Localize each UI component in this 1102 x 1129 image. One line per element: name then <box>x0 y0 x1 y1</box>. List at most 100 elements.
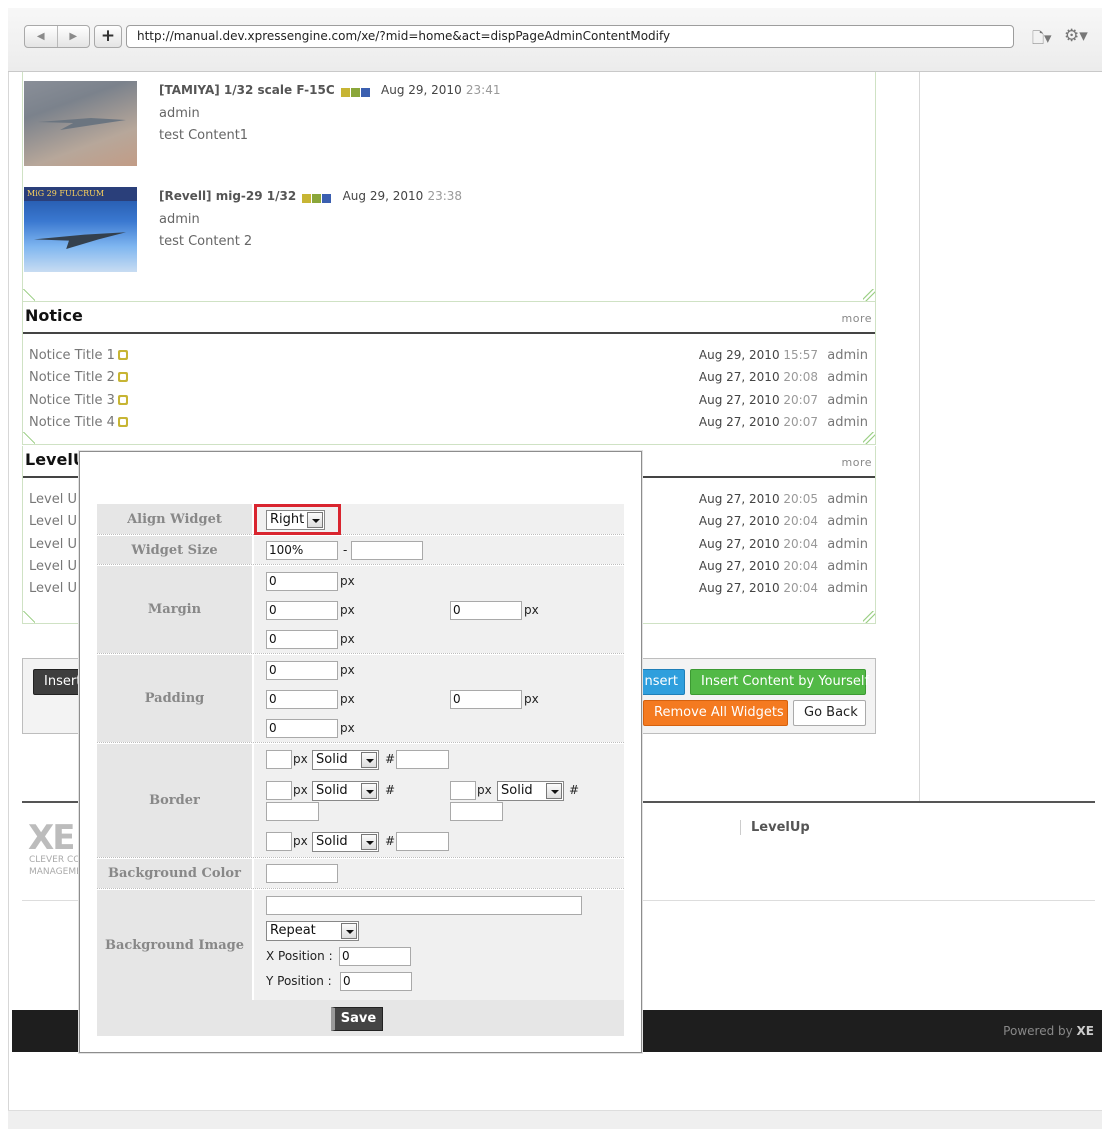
widget-width-input[interactable]: 100% <box>266 541 338 560</box>
gallery-item-title[interactable]: [TAMIYA] 1/32 scale F-15C Aug 29, 2010 2… <box>159 83 500 97</box>
margin-left-input[interactable]: 0 <box>266 601 338 620</box>
padding-top-input[interactable]: 0 <box>266 661 338 680</box>
resize-corner-icon <box>23 432 35 444</box>
save-button[interactable]: Save <box>331 1007 383 1031</box>
resize-corner-icon <box>23 611 35 623</box>
margin-row: Margin 0 px 0 px 0 px 0 px <box>97 566 624 654</box>
border-top-style-select[interactable]: Solid <box>312 750 379 770</box>
notice-widget: Notice more Notice Title 1 Aug 29, 2010 … <box>22 302 876 445</box>
update-badge-icon <box>117 417 128 427</box>
resize-handle-icon[interactable] <box>863 432 875 444</box>
browser-status-bar <box>8 1110 1102 1129</box>
padding-left-input[interactable]: 0 <box>266 690 338 709</box>
list-item[interactable]: Notice Title 3 Aug 27, 2010 20:07 admin <box>29 393 868 413</box>
bg-color-row: Background Color <box>97 859 624 889</box>
padding-right-input[interactable]: 0 <box>450 690 522 709</box>
widget-size-row: Widget Size 100% - <box>97 536 624 565</box>
gear-icon[interactable]: ⚙▾ <box>1064 26 1088 46</box>
levelup-more-link[interactable]: more <box>842 456 873 469</box>
gallery-item: MiG 29 FULCRUM [Revell] mig-29 1/32 Aug … <box>24 187 784 277</box>
bg-image-row: Background Image Repeat X Position : 0 Y… <box>97 890 624 1000</box>
bg-image-label: Background Image <box>97 890 253 1000</box>
gallery-item-author: admin <box>159 106 200 121</box>
gallery-widget: [TAMIYA] 1/32 scale F-15C Aug 29, 2010 2… <box>22 72 876 302</box>
back-arrow-icon[interactable]: ◀ <box>25 26 58 47</box>
margin-label: Margin <box>97 566 253 653</box>
page-menu-icon[interactable]: 🗋▾ <box>1032 28 1052 53</box>
align-widget-row: Align Widget Right <box>97 504 624 535</box>
chevron-down-icon <box>341 923 357 939</box>
list-item[interactable]: Notice Title 4 Aug 27, 2010 20:07 admin <box>29 415 868 435</box>
gallery-item-content: test Content 2 <box>159 234 253 249</box>
save-row: Save <box>97 1000 624 1036</box>
margin-right-input[interactable]: 0 <box>450 601 522 620</box>
list-item[interactable]: Notice Title 2 Aug 27, 2010 20:08 admin <box>29 370 868 390</box>
xe-logo[interactable]: XE <box>28 818 75 858</box>
footer-levelup-link[interactable]: LevelUp <box>740 820 810 835</box>
border-right-color-input[interactable] <box>450 802 503 821</box>
go-back-button[interactable]: Go Back <box>793 700 866 726</box>
y-position-label: Y Position : <box>266 974 332 988</box>
padding-label: Padding <box>97 655 253 742</box>
bg-image-url-input[interactable] <box>266 896 582 915</box>
x-position-input[interactable]: 0 <box>339 947 411 966</box>
border-top-width-input[interactable] <box>266 750 292 769</box>
address-bar[interactable]: http://manual.dev.xpressengine.com/xe/?m… <box>126 25 1014 48</box>
chevron-down-icon <box>361 783 377 799</box>
resize-handle-icon[interactable] <box>863 289 875 301</box>
border-right-width-input[interactable] <box>450 781 476 800</box>
border-left-color-input[interactable] <box>266 802 319 821</box>
border-row: Border px Solid # px Solid # px Solid # <box>97 744 624 858</box>
gallery-item-title[interactable]: [Revell] mig-29 1/32 Aug 29, 2010 23:38 <box>159 189 462 203</box>
new-tab-plus-icon[interactable]: + <box>94 25 122 48</box>
border-left-style-select[interactable]: Solid <box>312 781 379 801</box>
insert-widget-button[interactable]: nsert <box>641 669 685 695</box>
notice-more-link[interactable]: more <box>842 312 873 325</box>
resize-corner-icon <box>23 289 35 301</box>
list-item[interactable]: Notice Title 1 Aug 29, 2010 15:57 admin <box>29 348 868 368</box>
gallery-item-author: admin <box>159 212 200 227</box>
page-left-border <box>8 72 9 1112</box>
widget-size-label: Widget Size <box>97 536 253 564</box>
remove-all-widgets-button[interactable]: Remove All Widgets <box>643 700 788 726</box>
align-widget-label: Align Widget <box>97 504 253 534</box>
chevron-down-icon <box>361 752 377 768</box>
notice-divider <box>23 332 875 334</box>
forward-arrow-icon[interactable]: ▶ <box>58 26 90 47</box>
border-bottom-width-input[interactable] <box>266 832 292 851</box>
gallery-thumbnail[interactable] <box>24 81 137 166</box>
browser-toolbar: ◀ ▶ + http://manual.dev.xpressengine.com… <box>8 8 1102 72</box>
gallery-item-content: test Content1 <box>159 128 249 143</box>
chevron-down-icon <box>361 834 377 850</box>
gallery-thumbnail[interactable]: MiG 29 FULCRUM <box>24 187 137 272</box>
insert-content-button[interactable]: Insert Content by Yourself <box>690 669 869 695</box>
bg-color-input[interactable] <box>266 864 338 883</box>
content-divider <box>919 72 920 802</box>
border-bottom-style-select[interactable]: Solid <box>312 832 379 852</box>
border-left-width-input[interactable] <box>266 781 292 800</box>
notice-title: Notice <box>25 306 83 325</box>
selection-highlight <box>254 504 341 535</box>
bg-repeat-select[interactable]: Repeat <box>266 921 359 941</box>
post-status-icons <box>302 192 334 203</box>
border-right-style-select[interactable]: Solid <box>497 781 564 801</box>
padding-bottom-input[interactable]: 0 <box>266 719 338 738</box>
update-badge-icon <box>117 395 128 405</box>
widget-height-input[interactable] <box>351 541 423 560</box>
nav-buttons: ◀ ▶ <box>24 25 90 48</box>
post-status-icons <box>340 86 373 97</box>
margin-top-input[interactable]: 0 <box>266 572 338 591</box>
border-bottom-color-input[interactable] <box>396 832 449 851</box>
x-position-label: X Position : <box>266 949 333 963</box>
size-separator: - <box>343 543 348 557</box>
bg-color-label: Background Color <box>97 859 253 888</box>
border-top-color-input[interactable] <box>396 750 449 769</box>
xe-tagline: CLEVER CO MANAGEME <box>29 855 81 877</box>
update-badge-icon <box>117 350 128 360</box>
y-position-input[interactable]: 0 <box>340 972 412 991</box>
margin-bottom-input[interactable]: 0 <box>266 630 338 649</box>
border-label: Border <box>97 744 253 857</box>
levelup-title: LevelU <box>25 450 86 469</box>
resize-handle-icon[interactable] <box>863 611 875 623</box>
widget-style-dialog: Align Widget Right Widget Size 100% - Ma… <box>79 451 642 1053</box>
